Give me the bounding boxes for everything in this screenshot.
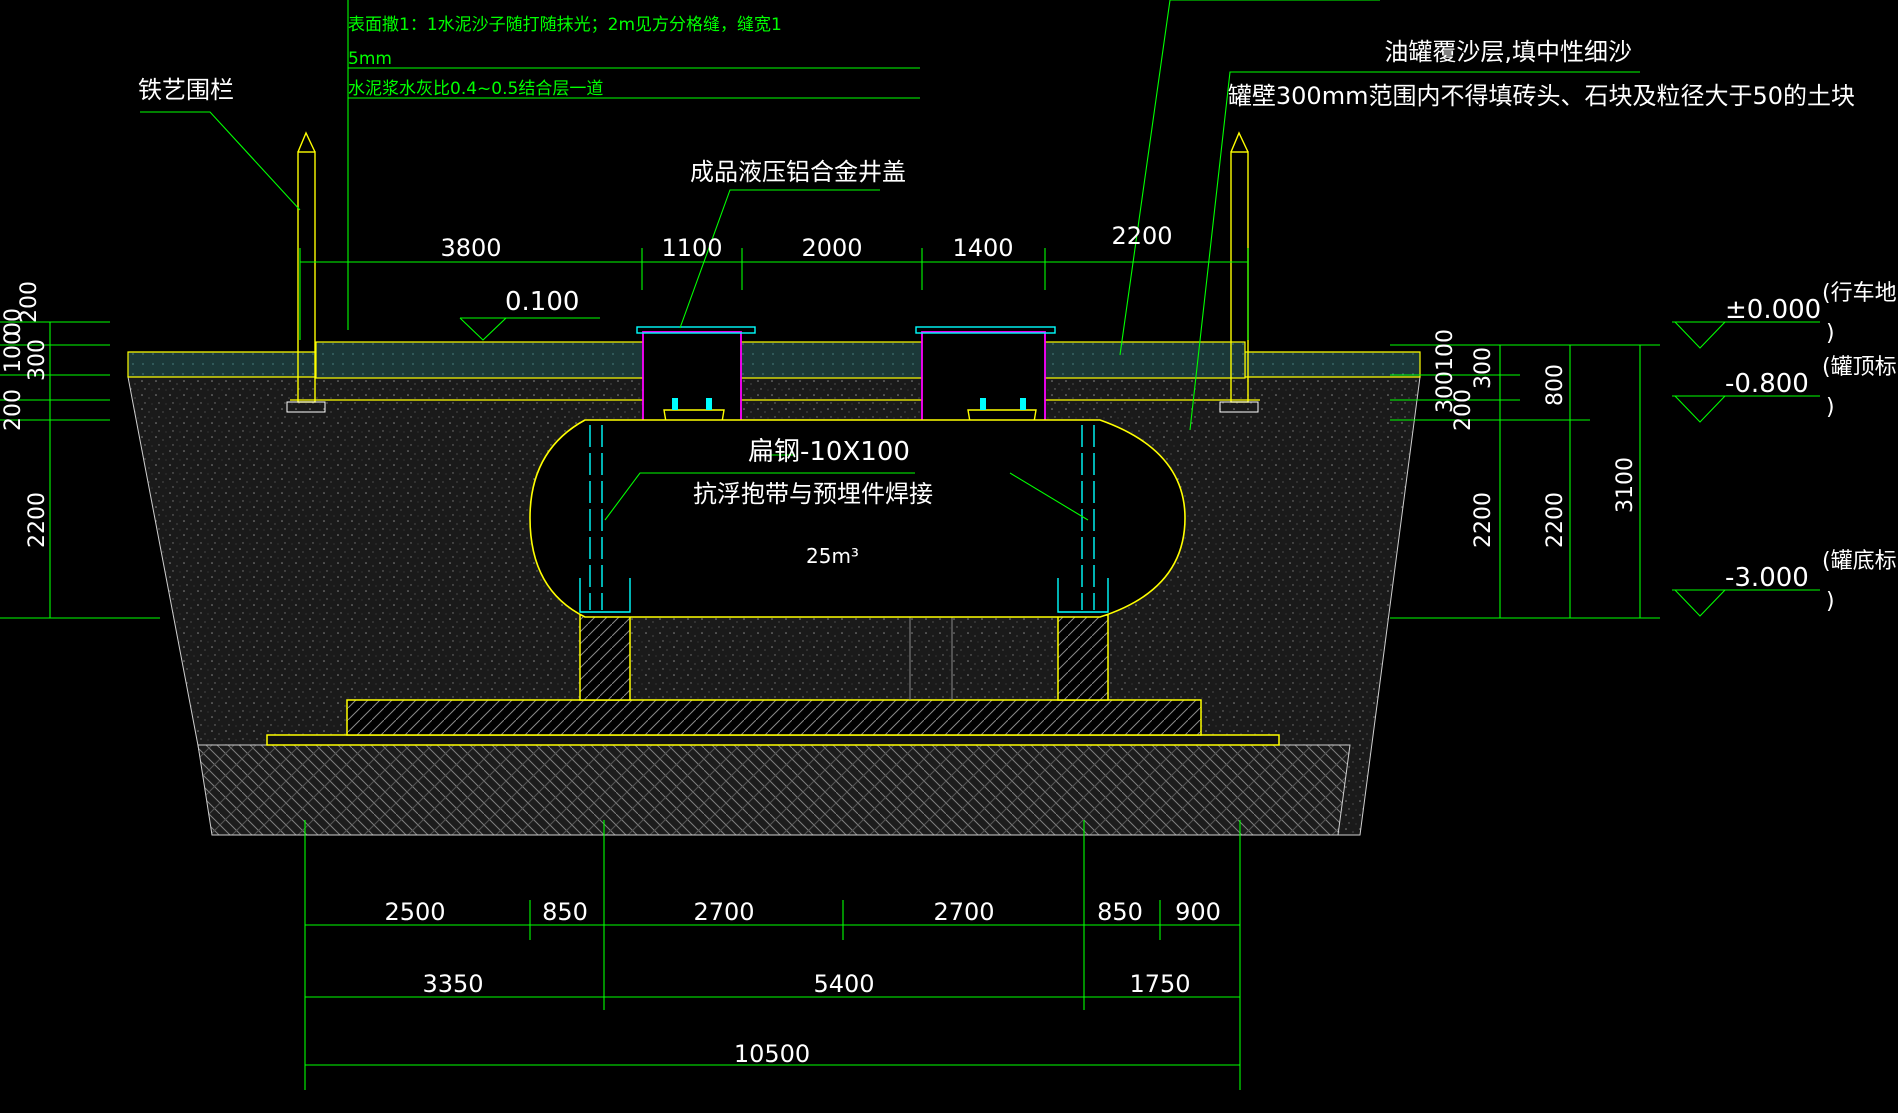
base-slab — [346, 699, 1202, 736]
road-paving-left — [127, 351, 317, 378]
dim-left-4: 100 — [1, 331, 26, 373]
dim-top-1: 1100 — [661, 234, 722, 262]
dim-b2-2: 1750 — [1129, 970, 1190, 998]
dim-total: 10500 — [734, 1040, 810, 1068]
note-line-2: 5mm — [348, 49, 392, 69]
dim-right-a-0: 100 — [1433, 329, 1458, 371]
label-fence: 铁艺围栏 — [138, 76, 234, 104]
dim-b1-2: 2700 — [693, 898, 754, 926]
dim-top-3: 1400 — [952, 234, 1013, 262]
leader-slab — [1119, 0, 1380, 356]
concrete-cushion — [266, 734, 1280, 746]
elev-value-2: -3.000 — [1725, 563, 1809, 593]
label-manhole-cover: 成品液压铝合金井盖 — [690, 158, 906, 186]
top-slab — [315, 341, 1246, 379]
dim-b1-0: 2500 — [384, 898, 445, 926]
elev-note-2: (罐底标 — [1822, 549, 1897, 574]
manhole-shaft-left — [642, 331, 742, 423]
bolt-2 — [706, 398, 712, 410]
dim-b2-0: 3350 — [422, 970, 483, 998]
bolt-1 — [672, 398, 678, 410]
fence-tip-left — [297, 131, 316, 153]
dim-right-a-3: 2200 — [1471, 492, 1496, 548]
dim-left-2: 200 — [1, 389, 26, 431]
dim-b1-4: 850 — [1097, 898, 1143, 926]
note-line-3: 水泥浆水灰比0.4~0.5结合层一道 — [348, 79, 603, 99]
bolt-3 — [980, 398, 986, 410]
leader-fence — [140, 111, 301, 211]
dim-top-0: 3800 — [440, 234, 501, 262]
elevation-symbol-0100 — [459, 317, 508, 341]
elev-close-0: ) — [1826, 321, 1835, 346]
road-paving-right — [1244, 351, 1421, 378]
label-anti-float: 抗浮抱带与预埋件焊接 — [693, 480, 933, 508]
cad-drawing: 表面撒1：1水泥沙子随打随抹光；2m见方分格缝，缝宽1 5mm 水泥浆水灰比0.… — [0, 0, 1897, 1090]
elev-value-0: ±0.000 — [1725, 295, 1821, 325]
label-tank-volume: 25m³ — [806, 544, 859, 568]
note-line-1: 表面撒1：1水泥沙子随打随抹光；2m见方分格缝，缝宽1 — [348, 15, 782, 35]
dim-b2-1: 5400 — [813, 970, 874, 998]
elev-value-1: -0.800 — [1725, 369, 1809, 399]
dim-right-a-1: 300 — [1471, 347, 1496, 389]
saddle-pier-left — [579, 614, 631, 701]
label-flat-steel: 扁钢-10X100 — [748, 437, 910, 467]
dim-right-b-1: 2200 — [1543, 492, 1568, 548]
dim-left-1: 300 — [25, 339, 50, 381]
dim-right-c: 3100 — [1613, 457, 1638, 513]
dim-left-5: 00 — [1, 308, 26, 336]
dim-b1-1: 850 — [542, 898, 588, 926]
elev-close-2: ) — [1826, 589, 1835, 614]
label-sand-layer: 油罐覆沙层,填中性细沙 — [1384, 38, 1632, 66]
dim-b1-3: 2700 — [933, 898, 994, 926]
dim-top-4: 2200 — [1111, 222, 1172, 250]
fence-tip-right — [1230, 131, 1249, 153]
elev-note-1: (罐顶标 — [1822, 355, 1897, 380]
dim-right-b-0: 800 — [1543, 364, 1568, 406]
dim-b1-5: 900 — [1175, 898, 1221, 926]
gravel-subbase — [197, 744, 1351, 836]
label-level-0100: 0.100 — [505, 287, 579, 317]
saddle-pier-right — [1057, 614, 1109, 701]
dim-left-3: 2200 — [25, 492, 50, 548]
label-backfill-rule: 罐壁300mm范围内不得填砖头、石块及粒径大于50的土块 — [1228, 82, 1855, 110]
elev-note-0: (行车地 — [1822, 281, 1897, 306]
dim-top-2: 2000 — [801, 234, 862, 262]
dim-right-a-4: 300 — [1433, 371, 1458, 413]
bolt-4 — [1020, 398, 1026, 410]
elev-close-1: ) — [1826, 395, 1835, 420]
